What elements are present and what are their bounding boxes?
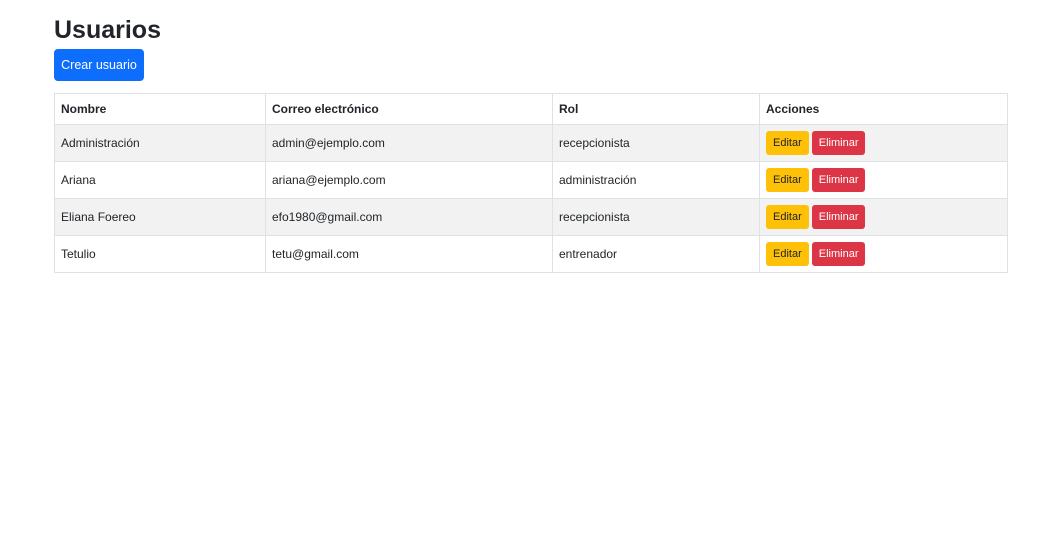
edit-button[interactable]: Editar: [766, 131, 809, 155]
header-correo: Correo electrónico: [265, 93, 553, 125]
cell-rol: recepcionista: [552, 198, 760, 236]
cell-email: efo1980@gmail.com: [265, 198, 553, 236]
header-nombre: Nombre: [54, 93, 266, 125]
delete-button[interactable]: Eliminar: [811, 131, 866, 155]
cell-rol: administración: [552, 161, 760, 199]
cell-email: tetu@gmail.com: [265, 235, 553, 273]
cell-actions: Editar Eliminar: [759, 124, 1008, 162]
cell-name: Tetulio: [54, 235, 266, 273]
cell-actions: Editar Eliminar: [759, 161, 1008, 199]
edit-button[interactable]: Editar: [766, 242, 809, 266]
cell-name: Administración: [54, 124, 266, 162]
table-header-row: Nombre Correo electrónico Rol Acciones: [54, 93, 1008, 125]
header-rol: Rol: [552, 93, 760, 125]
delete-button[interactable]: Eliminar: [811, 168, 866, 192]
cell-actions: Editar Eliminar: [759, 235, 1008, 273]
edit-button[interactable]: Editar: [766, 168, 809, 192]
page-title: Usuarios: [54, 16, 161, 44]
cell-email: admin@ejemplo.com: [265, 124, 553, 162]
table-row: Ariana ariana@ejemplo.com administración…: [54, 161, 1008, 199]
delete-button[interactable]: Eliminar: [811, 242, 866, 266]
table-row: Eliana Foereo efo1980@gmail.com recepcio…: [54, 198, 1008, 236]
create-user-button[interactable]: Crear usuario: [54, 49, 144, 81]
table-row: Tetulio tetu@gmail.com entrenador Editar…: [54, 235, 1008, 273]
table-row: Administración admin@ejemplo.com recepci…: [54, 124, 1008, 162]
cell-name: Ariana: [54, 161, 266, 199]
delete-button[interactable]: Eliminar: [811, 205, 866, 229]
cell-rol: recepcionista: [552, 124, 760, 162]
cell-rol: entrenador: [552, 235, 760, 273]
cell-actions: Editar Eliminar: [759, 198, 1008, 236]
edit-button[interactable]: Editar: [766, 205, 809, 229]
users-table: Nombre Correo electrónico Rol Acciones A…: [54, 93, 1008, 273]
cell-name: Eliana Foereo: [54, 198, 266, 236]
cell-email: ariana@ejemplo.com: [265, 161, 553, 199]
header-acciones: Acciones: [759, 93, 1008, 125]
